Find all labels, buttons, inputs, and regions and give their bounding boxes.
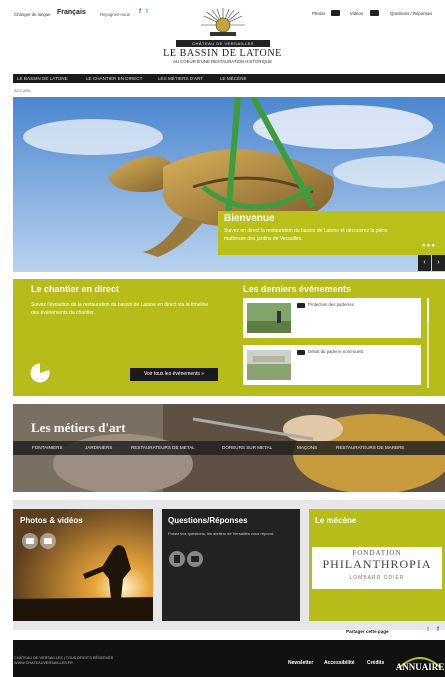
event-thumbnail bbox=[247, 350, 291, 380]
photos-videos-card[interactable] bbox=[13, 509, 153, 621]
nav-item-metiers[interactable]: LES MÉTIERS D'ART bbox=[158, 74, 203, 83]
video-camera-icon[interactable] bbox=[187, 551, 203, 567]
camera-icon bbox=[297, 303, 305, 308]
site-subtitle: AU COEUR D'UNE RESTAURATION HISTORIQUE bbox=[173, 59, 272, 64]
event-thumbnail bbox=[247, 303, 291, 333]
site-title[interactable]: LE BASSIN DE LATONE bbox=[150, 48, 295, 59]
main-nav: LE BASSIN DE LATONE LE CHANTIER EN DIREC… bbox=[13, 74, 445, 83]
videos-link[interactable]: Vidéos bbox=[350, 11, 363, 16]
annuaire-label: ANNUAIRE bbox=[396, 662, 445, 672]
next-slide-button[interactable]: › bbox=[432, 255, 445, 271]
metier-fontainiers[interactable]: FONTAINIERS bbox=[32, 441, 63, 455]
metier-restaurateurs-metal[interactable]: RESTAURATEURS DE METAL bbox=[131, 441, 195, 455]
event-card[interactable]: Protection des parterres bbox=[243, 298, 421, 338]
chantier-text: Suivez l'évolution de la restauration du… bbox=[31, 302, 209, 316]
facebook-icon[interactable]: f bbox=[437, 627, 439, 633]
events-scrollbar-thumb[interactable] bbox=[427, 298, 429, 322]
document-icon[interactable] bbox=[169, 551, 185, 567]
logo-chateau-banner: CHÂTEAU DE VERSAILLES bbox=[176, 40, 270, 47]
metier-jardiniers[interactable]: JARDINIERS bbox=[85, 441, 112, 455]
footer-link-accessibility[interactable]: Accessibilité bbox=[324, 660, 355, 666]
fondation-logo-line1: FONDATION bbox=[352, 549, 402, 557]
video-camera-icon[interactable] bbox=[370, 10, 379, 16]
chantier-title: Le chantier en direct bbox=[31, 284, 120, 294]
footer-website-link[interactable]: WWW.CHATEAUVERSAILLES.FR bbox=[14, 661, 73, 665]
twitter-icon[interactable]: t bbox=[146, 9, 148, 15]
previous-slide-button[interactable]: ‹ bbox=[418, 255, 431, 271]
slide-pager[interactable]: ●●● bbox=[422, 243, 436, 249]
events-title: Les derniers événements bbox=[243, 284, 352, 294]
metier-macons[interactable]: MAÇONS bbox=[297, 441, 317, 455]
hero-text: Suivez en direct la restauration du bass… bbox=[224, 228, 388, 242]
language-selector[interactable]: Français bbox=[57, 9, 86, 16]
facebook-icon[interactable]: f bbox=[139, 9, 141, 15]
questions-answers-text: Posez vos questions, les ateliers de Ver… bbox=[168, 531, 275, 536]
share-label: Partager cette page bbox=[346, 629, 389, 634]
annuaire-logo[interactable]: ANNUAIRE bbox=[395, 652, 445, 674]
footer-copyright: CHÂTEAU DE VERSAILLES | TOUS DROITS RÉSE… bbox=[14, 656, 114, 660]
hero-title: Bienvenue bbox=[224, 213, 275, 224]
camera-icon bbox=[297, 350, 305, 355]
nav-item-chantier[interactable]: LE CHANTIER EN DIRECT bbox=[86, 74, 142, 83]
metier-doreurs[interactable]: DOREURS SUR METAL bbox=[222, 441, 272, 455]
fondation-logo-line2: PHILANTHROPIA bbox=[322, 557, 432, 571]
photos-link[interactable]: Photos bbox=[312, 11, 325, 16]
mecene-title: Le mécène bbox=[315, 516, 357, 525]
questions-answers-card[interactable] bbox=[162, 509, 300, 621]
join-us-label: Rejoignez-nous bbox=[100, 12, 130, 17]
sun-emblem-icon bbox=[201, 8, 245, 36]
progress-pie-icon bbox=[30, 363, 50, 383]
breadcrumb[interactable]: ACCUEIL bbox=[14, 88, 31, 93]
footer-link-credits[interactable]: Crédits bbox=[367, 660, 384, 666]
nav-item-bassin[interactable]: LE BASSIN DE LATONE bbox=[17, 74, 68, 83]
camera-icon[interactable] bbox=[22, 533, 38, 549]
photos-videos-title: Photos & vidéos bbox=[20, 516, 83, 525]
twitter-icon[interactable]: t bbox=[427, 627, 429, 633]
event-label[interactable]: Protection des parterres bbox=[308, 302, 354, 307]
statue-sunset-image bbox=[13, 509, 153, 621]
questions-link[interactable]: Questions / Réponses bbox=[390, 11, 432, 16]
language-label: Changer de langue bbox=[14, 12, 51, 17]
fondation-logo-line3: LOMBARD ODIER bbox=[349, 575, 405, 581]
metiers-title: Les métiers d'art bbox=[31, 420, 126, 435]
event-card[interactable]: Début du parterre nord-ouest bbox=[243, 345, 421, 385]
questions-answers-title: Questions/Réponses bbox=[168, 516, 248, 525]
nav-item-mecene[interactable]: LE MÉCÈNE bbox=[220, 74, 247, 83]
metier-restaurateurs-marbre[interactable]: RESTAURATEURS DE MARBRE bbox=[336, 441, 405, 455]
event-label[interactable]: Début du parterre nord-ouest bbox=[308, 349, 363, 354]
all-events-button[interactable]: Voir tous les événements » bbox=[130, 368, 218, 381]
footer-link-newsletter[interactable]: Newsletter bbox=[288, 660, 313, 666]
camera-icon[interactable] bbox=[331, 10, 340, 16]
video-camera-icon[interactable] bbox=[40, 533, 56, 549]
